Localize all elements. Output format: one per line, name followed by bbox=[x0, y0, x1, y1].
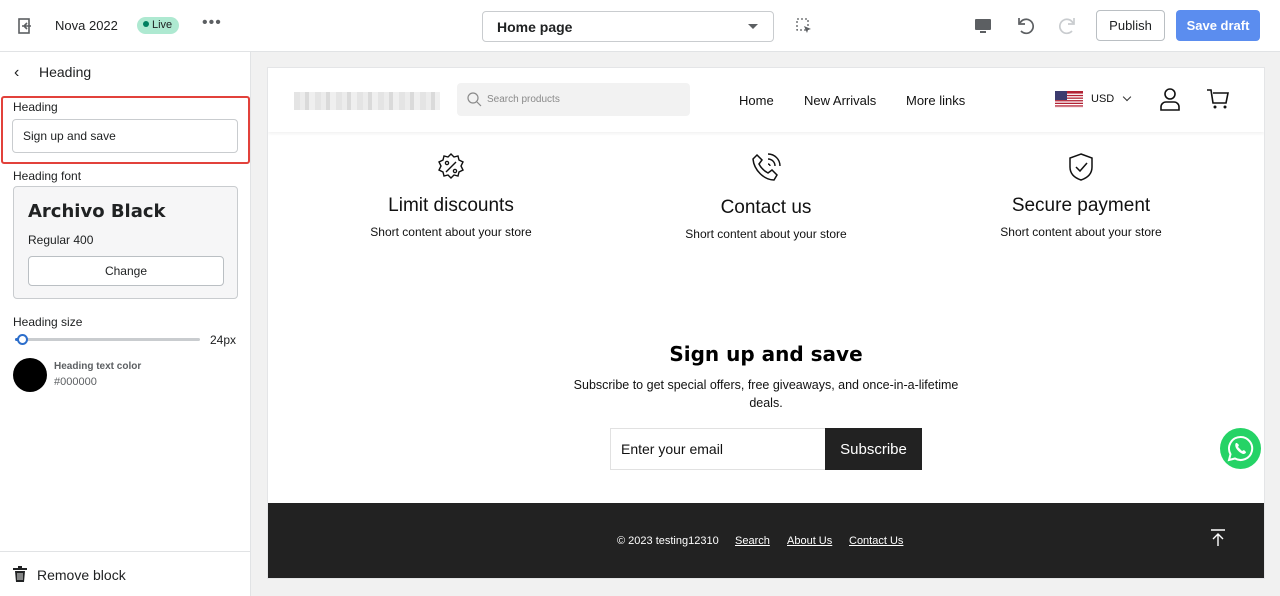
store-header: Search products Home New Arrivals More l… bbox=[268, 68, 1264, 132]
color-title: Heading text color bbox=[54, 361, 142, 372]
whatsapp-chat-button[interactable] bbox=[1220, 428, 1261, 469]
sidebar-title: Heading bbox=[39, 64, 92, 80]
nav-new-arrivals[interactable]: New Arrivals bbox=[804, 93, 876, 108]
feature-title: Contact us bbox=[720, 197, 812, 218]
feature-title: Secure payment bbox=[1011, 195, 1151, 216]
caret-down-icon bbox=[748, 24, 758, 29]
color-value: #000000 bbox=[54, 376, 97, 388]
footer-link-search[interactable]: Search bbox=[735, 535, 770, 547]
chevron-down-icon bbox=[1122, 92, 1132, 102]
live-badge: Live bbox=[137, 17, 180, 34]
heading-size-value: 24px bbox=[210, 333, 237, 347]
discount-icon bbox=[438, 153, 464, 179]
page-selector[interactable]: Home page bbox=[482, 11, 774, 42]
redo-icon[interactable] bbox=[1056, 15, 1078, 37]
exit-icon[interactable] bbox=[16, 16, 36, 36]
search-input[interactable]: Search products bbox=[457, 83, 690, 116]
trash-icon[interactable] bbox=[13, 566, 27, 582]
account-icon[interactable] bbox=[1158, 87, 1182, 111]
feature-title: Limit discounts bbox=[388, 195, 514, 216]
heading-field-label: Heading bbox=[13, 100, 58, 114]
phone-icon bbox=[752, 153, 781, 181]
slider-thumb[interactable] bbox=[17, 334, 29, 345]
store-logo[interactable] bbox=[294, 92, 440, 110]
copyright-text: © 2023 testing12310 bbox=[617, 535, 719, 547]
feature-text: Short content about your store bbox=[1000, 225, 1162, 239]
font-weight: Regular 400 bbox=[28, 233, 94, 247]
search-icon bbox=[467, 92, 482, 107]
font-picker-card: Archivo Black Regular 400 Change bbox=[13, 186, 238, 299]
heading-input[interactable] bbox=[12, 119, 238, 153]
search-placeholder: Search products bbox=[487, 94, 560, 105]
feature-limit-discounts: Limit discounts Short content about your… bbox=[321, 152, 581, 239]
more-actions-button[interactable]: ••• bbox=[202, 14, 222, 32]
feature-contact-us: Contact us Short content about your stor… bbox=[636, 152, 896, 241]
inspector-icon[interactable] bbox=[795, 17, 813, 35]
back-to-top-icon[interactable] bbox=[1208, 528, 1228, 548]
nav-more-links[interactable]: More links bbox=[906, 93, 965, 108]
signup-heading[interactable]: Sign up and save bbox=[268, 342, 1264, 366]
color-swatch[interactable] bbox=[13, 358, 47, 392]
us-flag-icon[interactable] bbox=[1055, 91, 1083, 108]
change-font-button[interactable]: Change bbox=[28, 256, 224, 286]
top-bar: Nova 2022 Live ••• Home page Publish Sav… bbox=[0, 0, 1280, 52]
subscribe-button[interactable]: Subscribe bbox=[825, 428, 922, 470]
signup-text: Subscribe to get special offers, free gi… bbox=[573, 378, 959, 410]
heading-size-slider[interactable] bbox=[15, 334, 200, 345]
font-name: Archivo Black bbox=[28, 201, 166, 222]
back-arrow-icon[interactable]: ‹ bbox=[14, 64, 19, 82]
footer-link-about-us[interactable]: About Us bbox=[787, 535, 832, 547]
store-footer: © 2023 testing12310 Search About Us Cont… bbox=[268, 503, 1264, 578]
footer-link-contact-us[interactable]: Contact Us bbox=[849, 535, 903, 547]
feature-text: Short content about your store bbox=[370, 225, 532, 239]
live-badge-label: Live bbox=[152, 19, 173, 31]
feature-text: Short content about your store bbox=[685, 227, 847, 241]
publish-button[interactable]: Publish bbox=[1096, 10, 1165, 41]
settings-sidebar: ‹ Heading Heading Heading font Archivo B… bbox=[0, 52, 251, 596]
undo-icon[interactable] bbox=[1015, 15, 1037, 37]
feature-secure-payment: Secure payment Short content about your … bbox=[951, 152, 1211, 239]
store-name: Nova 2022 bbox=[55, 18, 118, 33]
sidebar-footer: Remove block bbox=[0, 551, 250, 596]
store-preview: Search products Home New Arrivals More l… bbox=[268, 68, 1264, 578]
heading-font-label: Heading font bbox=[13, 169, 82, 183]
live-dot-icon bbox=[143, 21, 149, 27]
email-input[interactable] bbox=[610, 428, 825, 470]
nav-home[interactable]: Home bbox=[739, 93, 774, 108]
remove-block-button[interactable]: Remove block bbox=[37, 567, 126, 583]
save-draft-button[interactable]: Save draft bbox=[1176, 10, 1260, 41]
shield-check-icon bbox=[1069, 153, 1093, 181]
cart-icon[interactable] bbox=[1206, 87, 1230, 111]
heading-size-label: Heading size bbox=[13, 315, 83, 329]
desktop-icon[interactable] bbox=[973, 16, 993, 36]
currency-selector[interactable]: USD bbox=[1091, 93, 1114, 105]
whatsapp-icon bbox=[1227, 435, 1254, 462]
page-selector-value: Home page bbox=[497, 19, 573, 35]
